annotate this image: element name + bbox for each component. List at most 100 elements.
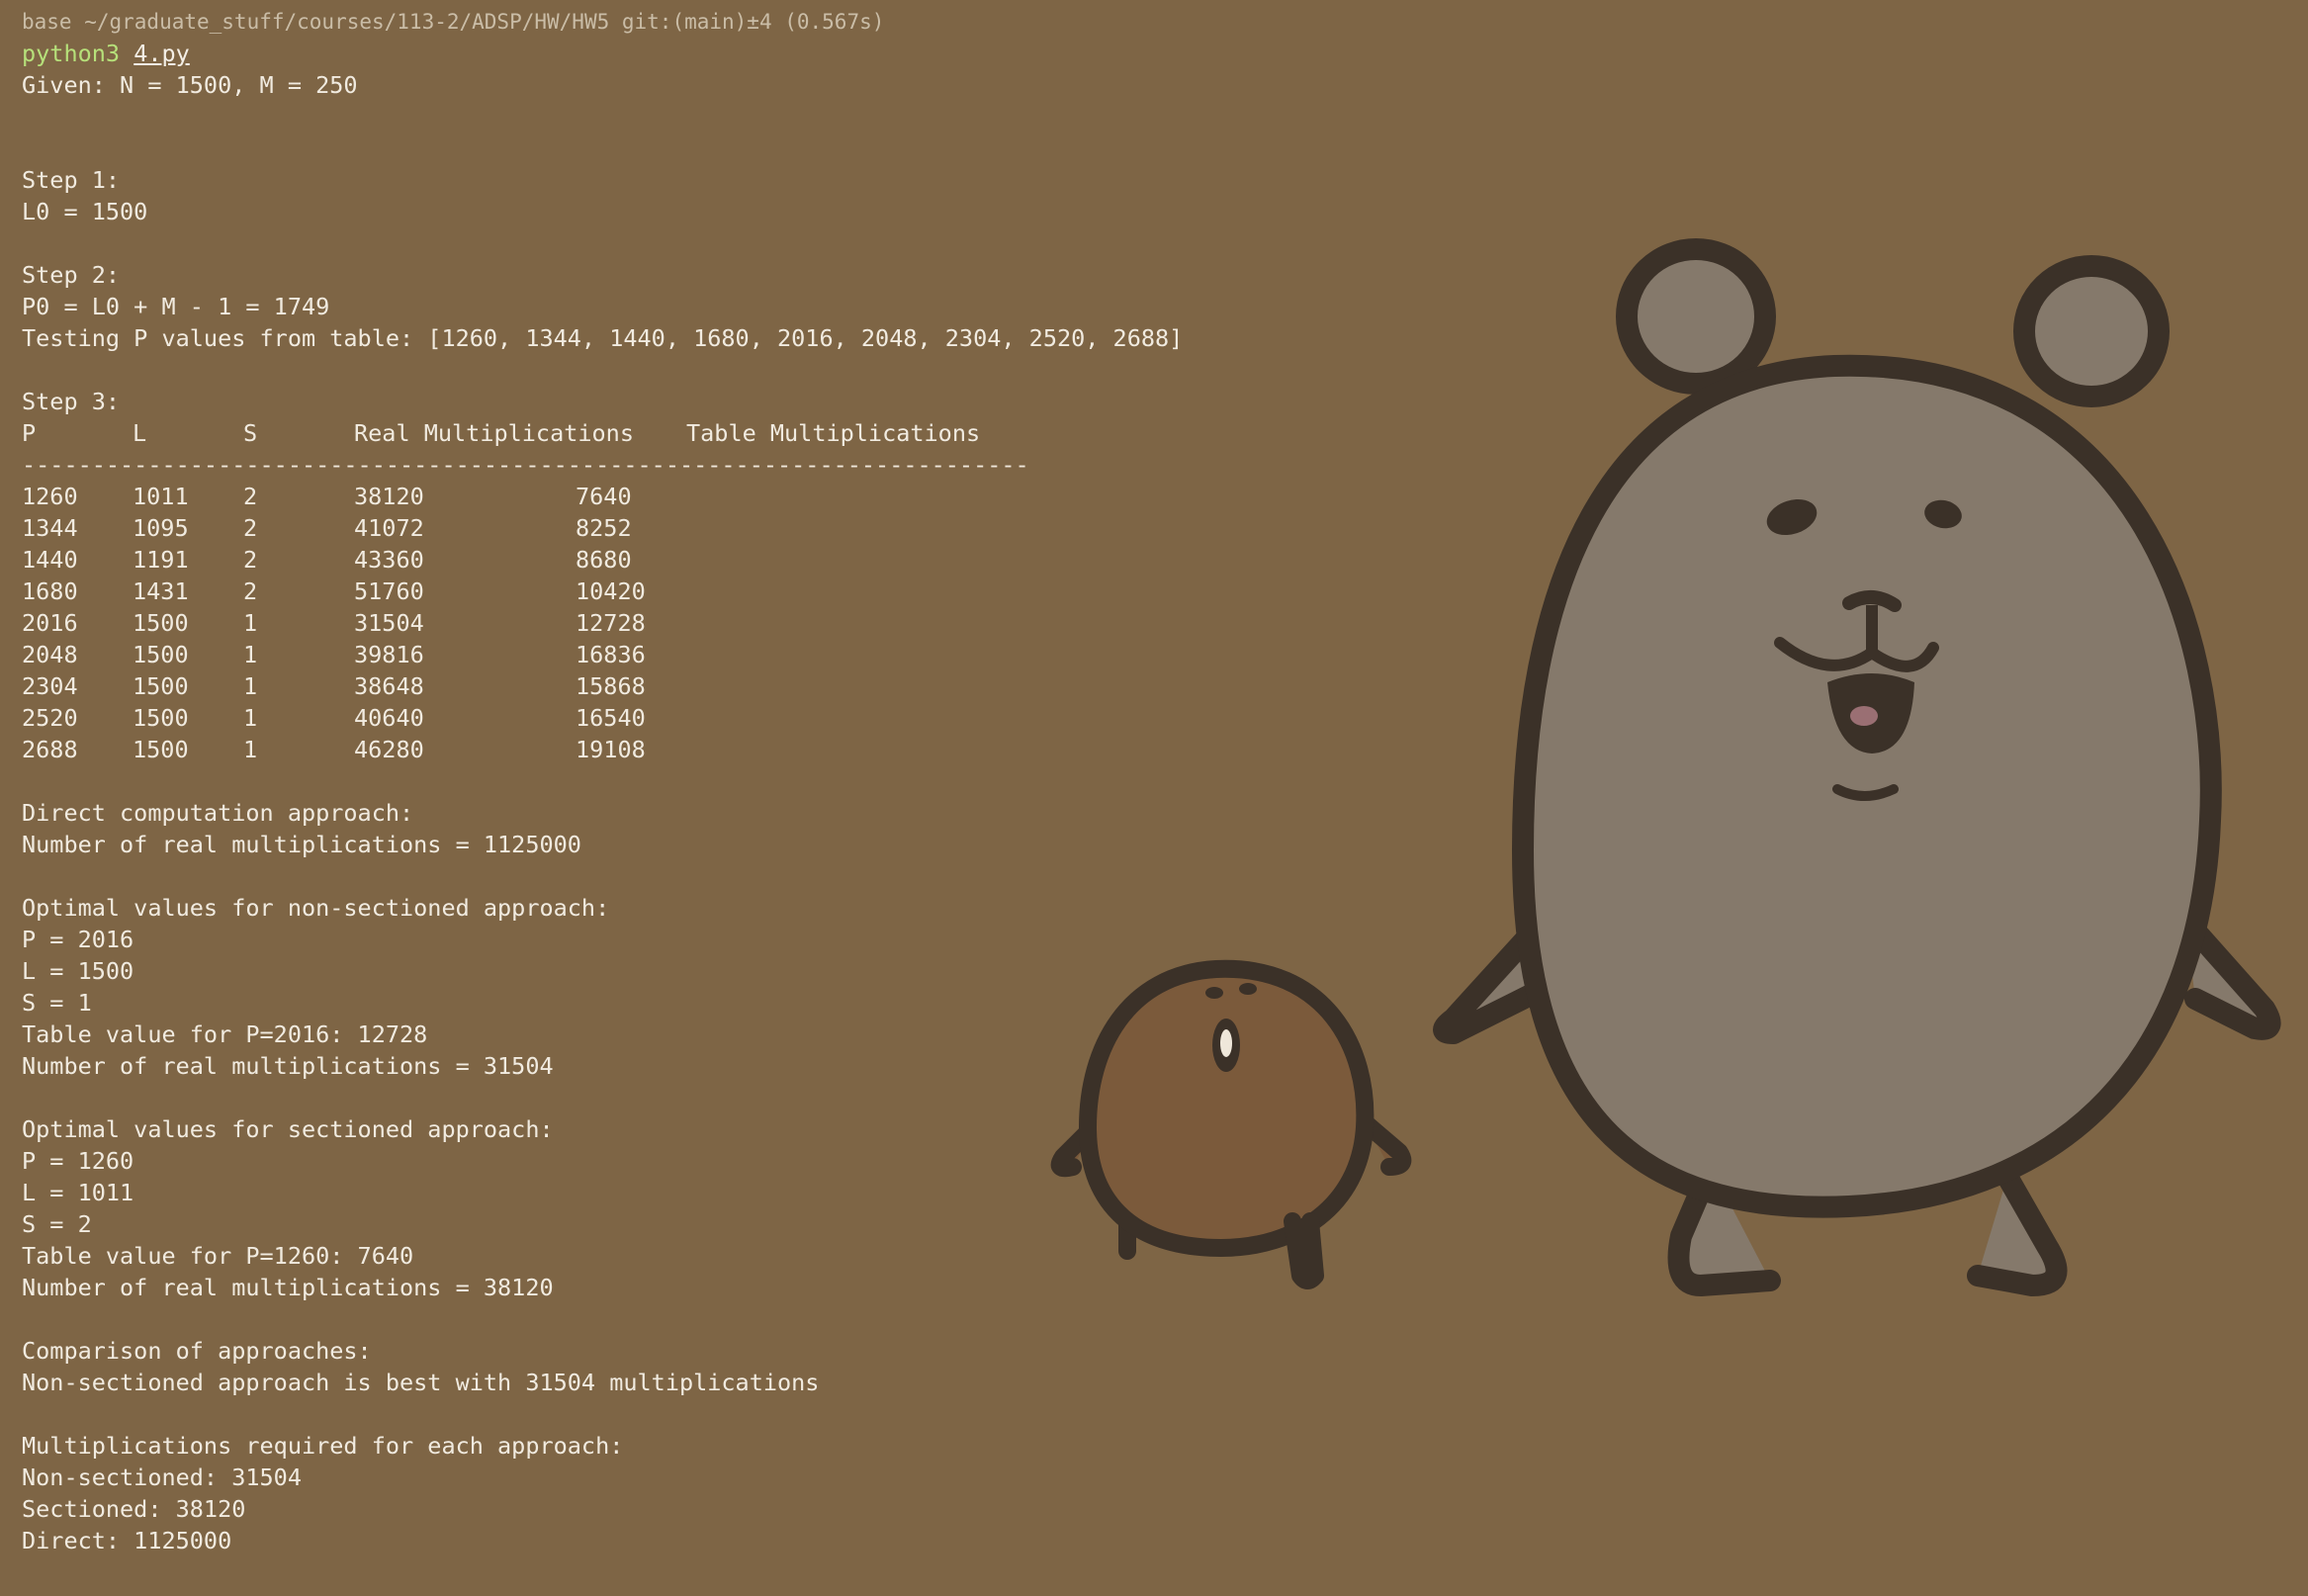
table-cell: 41072 [354, 514, 424, 542]
table-cell: 1500 [133, 641, 189, 668]
table-row: 2520 1500 1 40640 16540 [22, 702, 2308, 734]
table-row: 2688 1500 1 46280 19108 [22, 734, 2308, 765]
direct-title: Direct computation approach: [22, 799, 414, 827]
table-cell: 2304 [22, 672, 78, 700]
table-cell: 19108 [576, 736, 646, 763]
nonsec-l: L = 1500 [22, 957, 134, 985]
table-header: P L S Real Multiplications Table Multipl… [22, 417, 2308, 449]
command-line[interactable]: python3 4.py [22, 38, 2308, 69]
sec-l: L = 1011 [22, 1179, 134, 1206]
table-cell: 40640 [354, 704, 424, 732]
table-cell: 1260 [22, 483, 78, 510]
table-cell: 38648 [354, 672, 424, 700]
table-cell: 51760 [354, 577, 424, 605]
sec-s: S = 2 [22, 1210, 92, 1238]
table-cell: 2 [243, 514, 258, 542]
multiplications-nonsectioned: Non-sectioned: 31504 [22, 1463, 302, 1491]
table-cell: 43360 [354, 546, 424, 574]
table-cell: 1680 [22, 577, 78, 605]
table-cell: 12728 [576, 609, 646, 637]
table-cell: 1500 [133, 672, 189, 700]
table-cell: 1 [243, 704, 258, 732]
table-cell: 2048 [22, 641, 78, 668]
table-cell: 2016 [22, 609, 78, 637]
table-cell: 16836 [576, 641, 646, 668]
table-cell: 31504 [354, 609, 424, 637]
table-row: 1440 1191 2 43360 8680 [22, 544, 2308, 576]
table-cell: 1 [243, 641, 258, 668]
nonsec-title: Optimal values for non-sectioned approac… [22, 894, 610, 922]
command-arg[interactable]: 4.py [133, 40, 190, 67]
table-cell: 15868 [576, 672, 646, 700]
step2-p0: P0 = L0 + M - 1 = 1749 [22, 293, 330, 320]
command-program: python3 [22, 40, 121, 67]
table-cell: 7640 [576, 483, 632, 510]
table-cell: 1 [243, 609, 258, 637]
nonsec-result: Number of real multiplications = 31504 [22, 1052, 554, 1080]
table-separator: ----------------------------------------… [22, 451, 1029, 479]
table-cell: 1431 [133, 577, 189, 605]
nonsec-table-value: Table value for P=2016: 12728 [22, 1020, 428, 1048]
table-cell: 39816 [354, 641, 424, 668]
table-row: 2048 1500 1 39816 16836 [22, 639, 2308, 670]
table-cell: 2 [243, 546, 258, 574]
nonsec-s: S = 1 [22, 989, 92, 1017]
table-cell: 1500 [133, 609, 189, 637]
sec-title: Optimal values for sectioned approach: [22, 1115, 554, 1143]
terminal-output: base ~/graduate_stuff/courses/113-2/ADSP… [22, 6, 2308, 1596]
table-cell: 1500 [133, 704, 189, 732]
sec-table-value: Table value for P=1260: 7640 [22, 1242, 414, 1270]
table-cell: 2688 [22, 736, 78, 763]
table-cell: 1191 [133, 546, 189, 574]
step1-l0: L0 = 1500 [22, 198, 148, 225]
table-row: 2304 1500 1 38648 15868 [22, 670, 2308, 702]
table-cell: 1 [243, 672, 258, 700]
table-cell: 46280 [354, 736, 424, 763]
table-header-cell: S [243, 419, 258, 447]
sec-result: Number of real multiplications = 38120 [22, 1274, 554, 1301]
table-cell: 1011 [133, 483, 189, 510]
table-cell: 16540 [576, 704, 646, 732]
table-cell: 10420 [576, 577, 646, 605]
table-cell: 1440 [22, 546, 78, 574]
table-header-cell: P [22, 419, 37, 447]
table-cell: 2520 [22, 704, 78, 732]
table-row: 2016 1500 1 31504 12728 [22, 607, 2308, 639]
table-header-cell: Real Multiplications [354, 419, 634, 447]
comparison-result: Non-sectioned approach is best with 3150… [22, 1369, 820, 1396]
table-header-cell: L [133, 419, 147, 447]
table-cell: 2 [243, 577, 258, 605]
table-cell: 1500 [133, 736, 189, 763]
multiplications-sectioned: Sectioned: 38120 [22, 1495, 246, 1523]
table-row: 1344 1095 2 41072 8252 [22, 512, 2308, 544]
sec-p: P = 1260 [22, 1147, 134, 1175]
table-row: 1260 1011 2 38120 7640 [22, 481, 2308, 512]
nonsec-p: P = 2016 [22, 926, 134, 953]
table-row: 1680 1431 2 51760 10420 [22, 576, 2308, 607]
step3-title: Step 3: [22, 388, 121, 415]
multiplications-direct: Direct: 1125000 [22, 1527, 232, 1554]
prompt-info: base ~/graduate_stuff/courses/113-2/ADSP… [22, 10, 885, 34]
given-line: Given: N = 1500, M = 250 [22, 71, 358, 99]
table-cell: 1344 [22, 514, 78, 542]
table-cell: 8680 [576, 546, 632, 574]
comparison-title: Comparison of approaches: [22, 1337, 372, 1365]
table-cell: 1095 [133, 514, 189, 542]
table-cell: 8252 [576, 514, 632, 542]
table-cell: 1 [243, 736, 258, 763]
multiplications-title: Multiplications required for each approa… [22, 1432, 624, 1460]
table-header-cell: Table Multiplications [686, 419, 981, 447]
table-cell: 38120 [354, 483, 424, 510]
step1-title: Step 1: [22, 166, 121, 194]
step2-testing: Testing P values from table: [1260, 1344… [22, 324, 1184, 352]
direct-result: Number of real multiplications = 1125000 [22, 831, 581, 858]
